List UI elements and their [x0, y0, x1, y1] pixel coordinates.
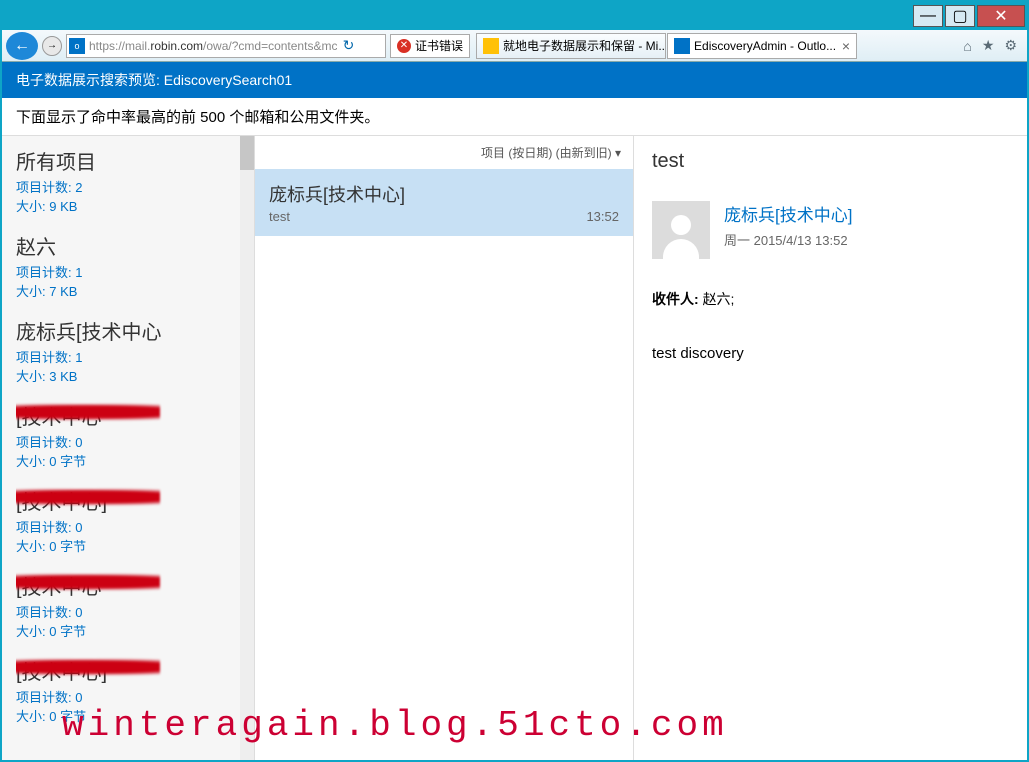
- mailbox-size: 大小: 0 字节: [16, 706, 240, 725]
- reading-recipients: 收件人: 赵六;: [652, 289, 1009, 309]
- mailbox-item[interactable]: [技术中心项目计数: 0大小: 0 字节: [2, 391, 254, 476]
- browser-tab[interactable]: 就地电子数据展示和保留 - Mi...: [476, 33, 666, 59]
- mailbox-size: 大小: 0 字节: [16, 536, 240, 555]
- window-close-button[interactable]: ✕: [977, 5, 1025, 27]
- message-list: 项目 (按日期) (由新到旧) ▾ 庞标兵[技术中心] test 13:52: [254, 136, 634, 760]
- address-bar[interactable]: o https://mail.robin.com/owa/?cmd=conten…: [66, 34, 386, 58]
- mailbox-name: [技术中心: [16, 571, 240, 600]
- scrollbar-track[interactable]: [240, 136, 254, 760]
- mailbox-name: 庞标兵[技术中心: [16, 316, 240, 345]
- window-titlebar: — ▢ ✕: [2, 2, 1027, 30]
- mailbox-list: 所有项目项目计数: 2大小: 9 KB赵六项目计数: 1大小: 7 KB庞标兵[…: [2, 136, 254, 760]
- message-subject: test: [269, 209, 290, 224]
- mailbox-count: 项目计数: 1: [16, 347, 240, 366]
- mailbox-size: 大小: 0 字节: [16, 451, 240, 470]
- nav-back-button[interactable]: ←: [6, 32, 38, 60]
- page-subtitle: 下面显示了命中率最高的前 500 个邮箱和公用文件夹。: [2, 98, 1027, 136]
- mailbox-item[interactable]: [技术中心] 项目计数: 0大小: 0 字节: [2, 646, 254, 731]
- mailbox-count: 项目计数: 1: [16, 262, 240, 281]
- nav-refresh-button[interactable]: ↻: [337, 37, 359, 54]
- browser-tab[interactable]: EdiscoveryAdmin - Outlo... ×: [667, 33, 857, 59]
- scrollbar-thumb[interactable]: [240, 136, 254, 170]
- mailbox-count: 项目计数: 0: [16, 602, 240, 621]
- mailbox-name: [技术中心: [16, 401, 240, 430]
- mailbox-name: 赵六: [16, 231, 240, 260]
- page-title: 电子数据展示搜索预览: EdiscoverySearch01: [16, 70, 292, 90]
- mailbox-item[interactable]: [技术中心项目计数: 0大小: 0 字节: [2, 561, 254, 646]
- favorites-icon[interactable]: ★: [982, 37, 995, 54]
- reading-from[interactable]: 庞标兵[技术中心]: [724, 201, 852, 226]
- nav-forward-button[interactable]: →: [42, 36, 62, 56]
- mailbox-item[interactable]: 所有项目项目计数: 2大小: 9 KB: [2, 136, 254, 221]
- mailbox-name: 所有项目: [16, 146, 240, 175]
- tab-favicon: [674, 38, 690, 54]
- browser-toolbar-right: ⌂ ★ ⚙: [953, 37, 1027, 54]
- mailbox-count: 项目计数: 0: [16, 517, 240, 536]
- certificate-error-badge[interactable]: ✕ 证书错误: [390, 34, 470, 58]
- mailbox-item[interactable]: [技术中心] 项目计数: 0大小: 0 字节: [2, 476, 254, 561]
- mailbox-name: [技术中心]: [16, 656, 240, 685]
- mailbox-count: 项目计数: 0: [16, 687, 240, 706]
- mailbox-item[interactable]: 庞标兵[技术中心项目计数: 1大小: 3 KB: [2, 306, 254, 391]
- page-title-bar: 电子数据展示搜索预览: EdiscoverySearch01: [2, 62, 1027, 98]
- browser-tabs: 就地电子数据展示和保留 - Mi... EdiscoveryAdmin - Ou…: [476, 30, 858, 61]
- address-url: https://mail.robin.com/owa/?cmd=contents…: [89, 39, 337, 53]
- window-maximize-button[interactable]: ▢: [945, 5, 975, 27]
- mailbox-size: 大小: 9 KB: [16, 196, 240, 215]
- browser-navbar: ← → o https://mail.robin.com/owa/?cmd=co…: [2, 30, 1027, 62]
- tab-favicon: [483, 38, 499, 54]
- sort-dropdown[interactable]: 项目 (按日期) (由新到旧) ▾: [255, 142, 633, 169]
- message-time: 13:52: [586, 209, 619, 224]
- mailbox-count: 项目计数: 0: [16, 432, 240, 451]
- mailbox-size: 大小: 3 KB: [16, 366, 240, 385]
- mailbox-size: 大小: 0 字节: [16, 621, 240, 640]
- mailbox-size: 大小: 7 KB: [16, 281, 240, 300]
- message-from: 庞标兵[技术中心]: [269, 181, 619, 207]
- home-icon[interactable]: ⌂: [963, 38, 971, 54]
- site-icon: o: [69, 38, 85, 54]
- window-minimize-button[interactable]: —: [913, 5, 943, 27]
- reading-date: 周一 2015/4/13 13:52: [724, 230, 852, 249]
- message-item[interactable]: 庞标兵[技术中心] test 13:52: [255, 169, 633, 236]
- tab-close-icon[interactable]: ×: [838, 38, 850, 54]
- error-icon: ✕: [397, 39, 411, 53]
- mailbox-item[interactable]: 赵六项目计数: 1大小: 7 KB: [2, 221, 254, 306]
- avatar-placeholder: [652, 201, 710, 259]
- reading-pane: test 庞标兵[技术中心] 周一 2015/4/13 13:52 收件人: 赵…: [634, 136, 1027, 760]
- reading-body: test discovery: [652, 345, 1009, 362]
- mailbox-count: 项目计数: 2: [16, 177, 240, 196]
- reading-subject: test: [652, 150, 1009, 173]
- settings-icon[interactable]: ⚙: [1004, 37, 1017, 54]
- content-area: 所有项目项目计数: 2大小: 9 KB赵六项目计数: 1大小: 7 KB庞标兵[…: [2, 136, 1027, 760]
- mailbox-name: [技术中心]: [16, 486, 240, 515]
